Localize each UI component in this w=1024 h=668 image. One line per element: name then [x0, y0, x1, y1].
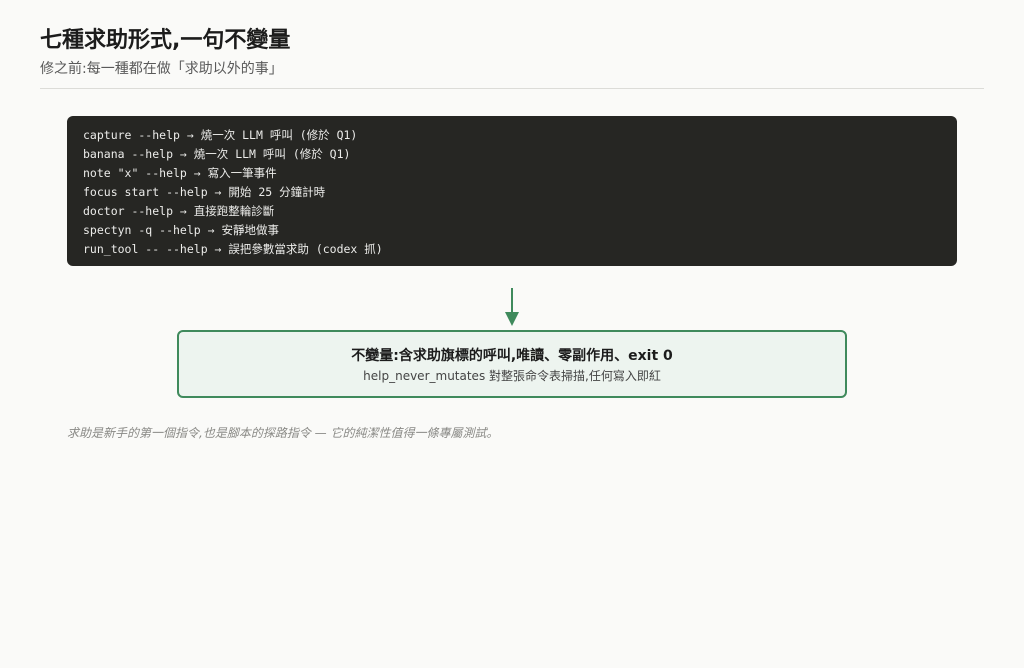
code-line-focus: focus start --help → 開始 25 分鐘計時: [83, 185, 326, 199]
code-line-spectyn: spectyn -q --help → 安靜地做事: [83, 223, 279, 237]
code-line-doctor: doctor --help → 直接跑整輪診斷: [83, 204, 275, 218]
page-title: 七種求助形式,一句不變量: [40, 28, 291, 53]
code-line-capture: capture --help → 燒一次 LLM 呼叫 (修於 Q1): [83, 128, 358, 142]
code-line-banana: banana --help → 燒一次 LLM 呼叫 (修於 Q1): [83, 147, 351, 161]
invariant-detail: help_never_mutates 對整張命令表掃描,任何寫入即紅: [363, 369, 661, 383]
arrow-down-icon: [505, 288, 519, 326]
code-line-note: note "x" --help → 寫入一筆事件: [83, 166, 277, 180]
code-line-run-tool: run_tool -- --help → 誤把參數當求助 (codex 抓): [83, 242, 383, 256]
invariant-box: 不變量:含求助旗標的呼叫,唯讀、零副作用、exit 0 help_never_m…: [177, 330, 847, 398]
footnote: 求助是新手的第一個指令,也是腳本的探路指令 — 它的純潔性值得一條專屬測試。: [67, 426, 499, 440]
code-block: capture --help → 燒一次 LLM 呼叫 (修於 Q1) bana…: [67, 116, 957, 266]
invariant-title: 不變量:含求助旗標的呼叫,唯讀、零副作用、exit 0: [351, 348, 673, 364]
page-subtitle: 修之前:每一種都在做「求助以外的事」: [40, 61, 283, 77]
header-divider: [40, 88, 984, 89]
header: 七種求助形式,一句不變量 修之前:每一種都在做「求助以外的事」: [40, 26, 984, 79]
